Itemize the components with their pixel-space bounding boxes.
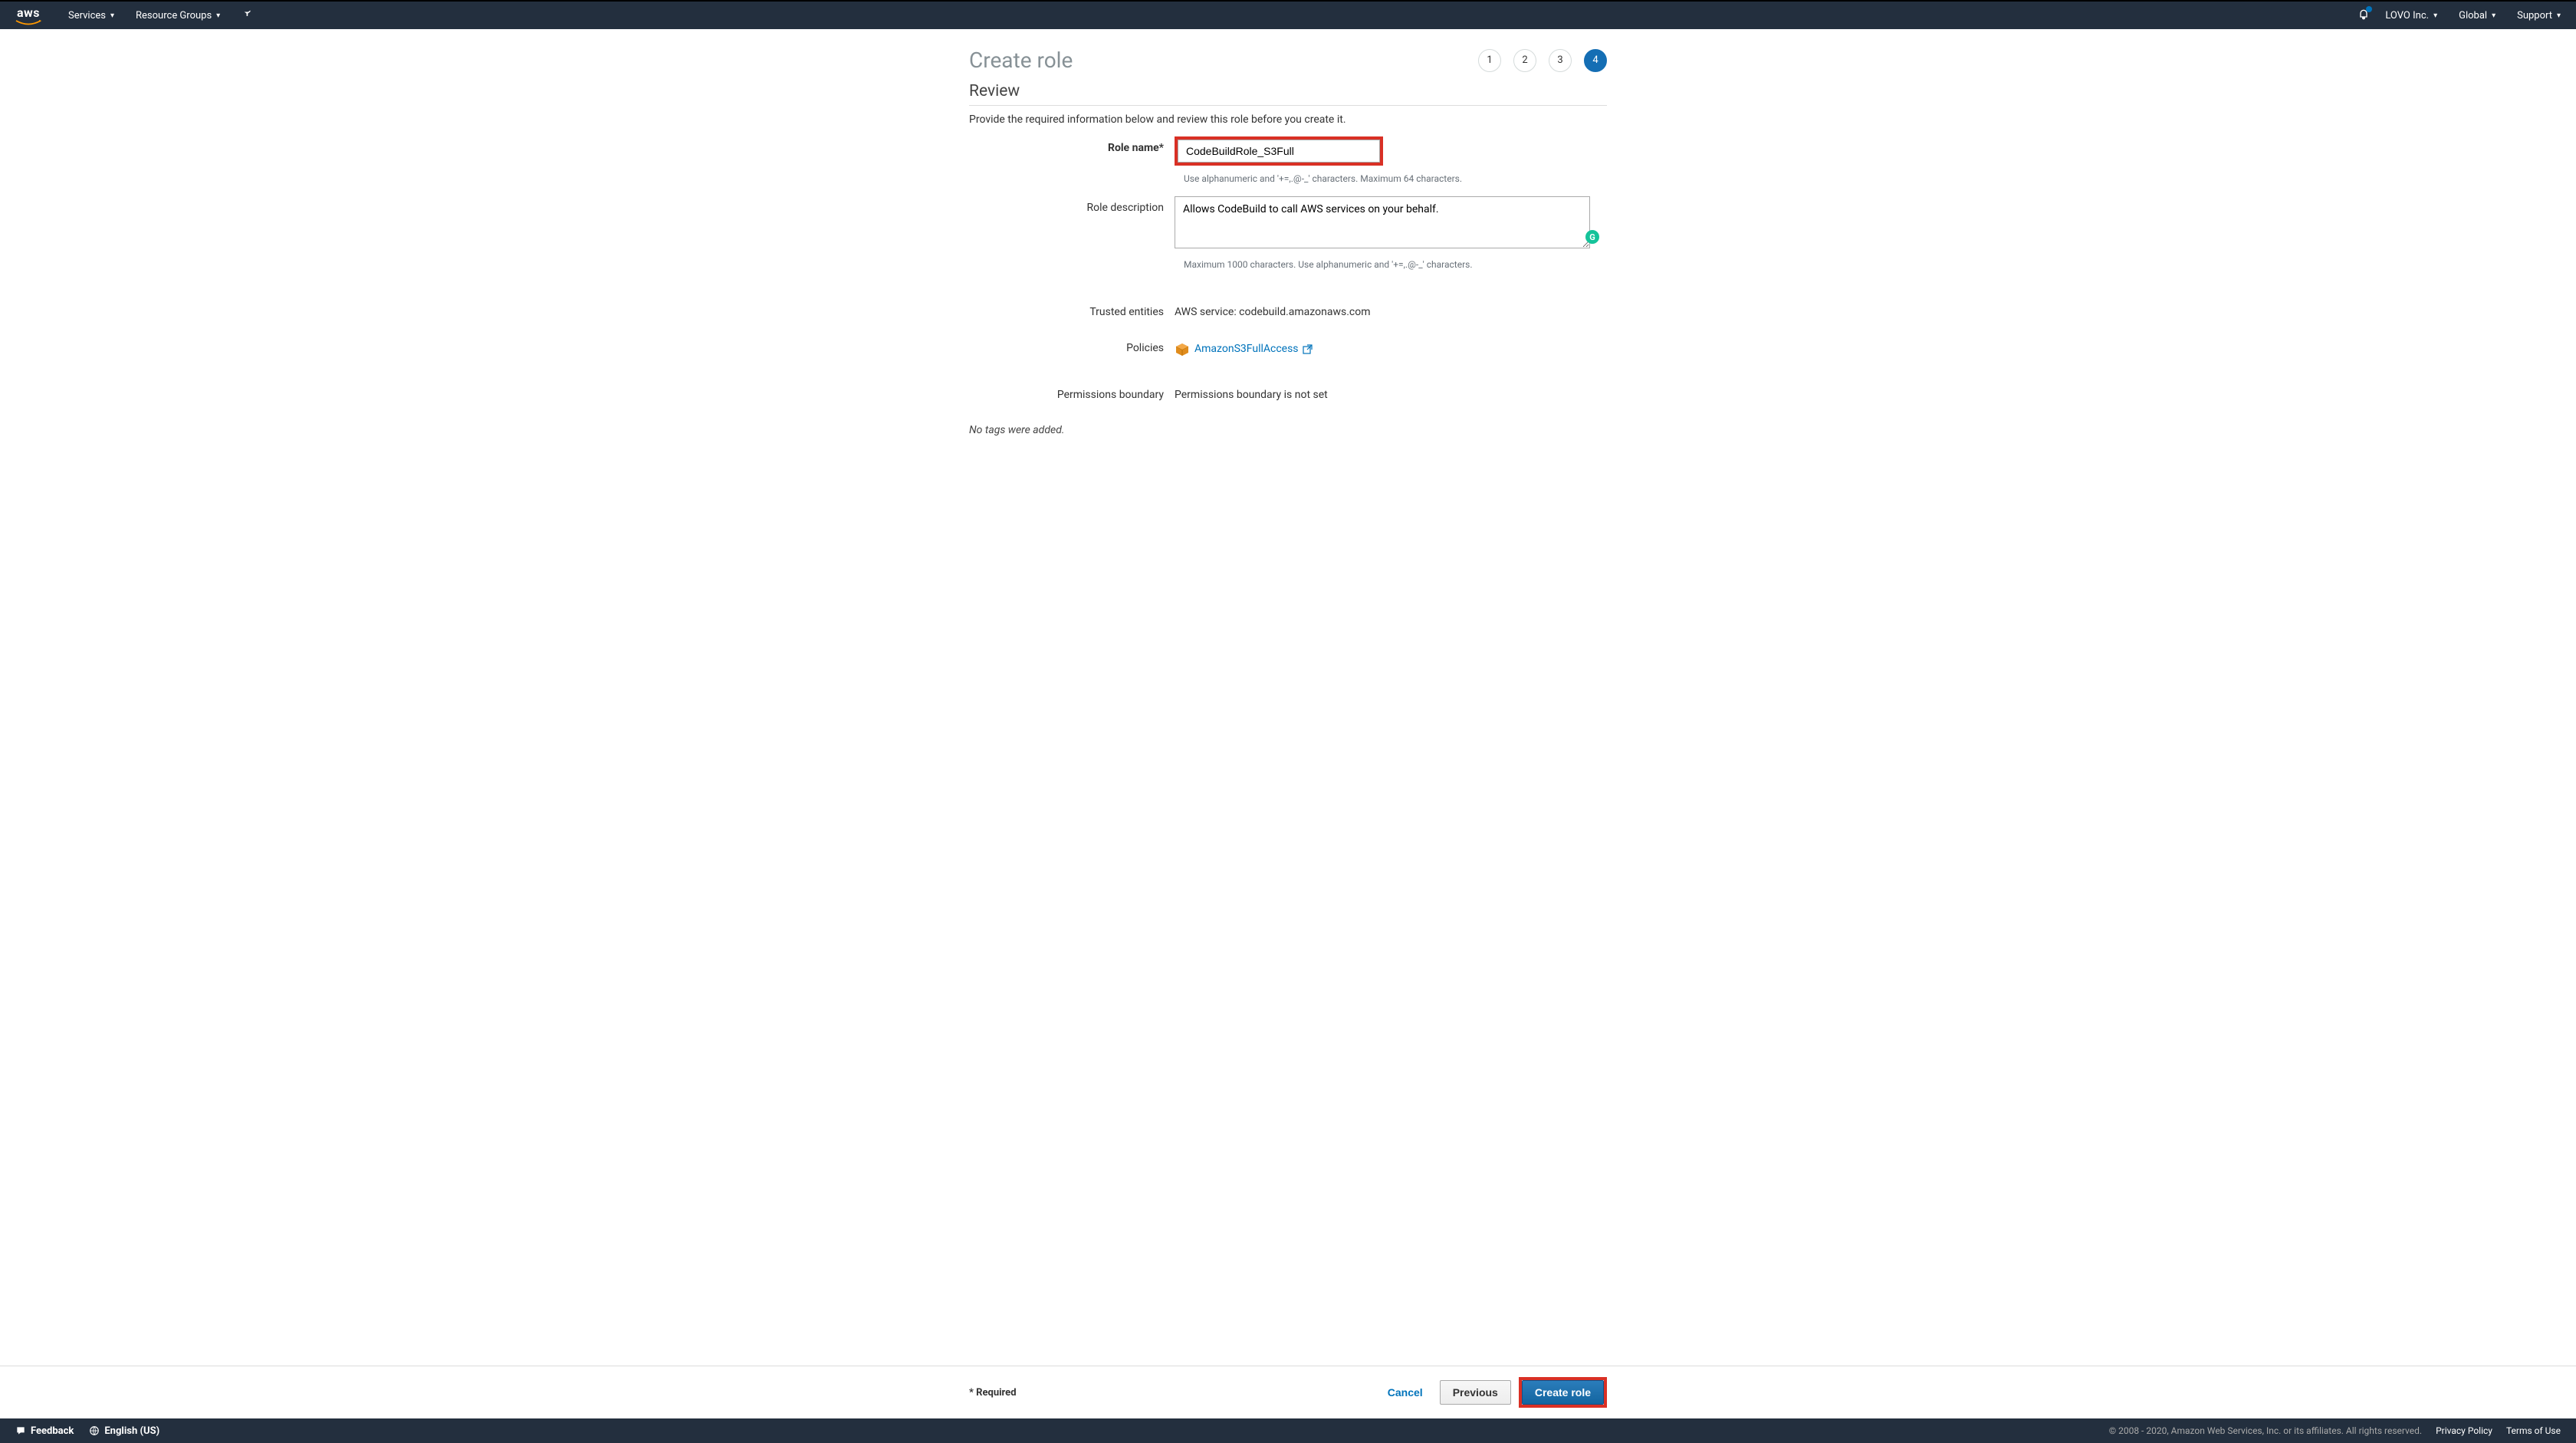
notifications-button[interactable] <box>2358 8 2370 23</box>
support-label: Support <box>2517 10 2552 21</box>
step-3[interactable]: 3 <box>1549 49 1572 72</box>
tags-note: No tags were added. <box>969 424 1607 436</box>
policy-box-icon <box>1175 342 1188 356</box>
feedback-button[interactable]: Feedback <box>15 1425 74 1437</box>
terms-of-use-link[interactable]: Terms of Use <box>2506 1425 2561 1436</box>
caret-down-icon: ▾ <box>110 12 114 20</box>
policy-link[interactable]: AmazonS3FullAccess <box>1194 343 1313 355</box>
step-2[interactable]: 2 <box>1513 49 1536 72</box>
section-description: Provide the required information below a… <box>969 113 1607 126</box>
account-menu[interactable]: LOVO Inc. ▾ <box>2385 10 2437 21</box>
language-selector[interactable]: English (US) <box>89 1425 159 1437</box>
required-note: * Required <box>969 1387 1017 1399</box>
services-menu[interactable]: Services ▾ <box>68 10 114 21</box>
copyright-text: © 2008 - 2020, Amazon Web Services, Inc.… <box>2109 1425 2422 1436</box>
role-description-help: Maximum 1000 characters. Use alphanumeri… <box>1184 259 1473 270</box>
support-menu[interactable]: Support ▾ <box>2517 10 2561 21</box>
main-content: Create role 1 2 3 4 Review Provide the r… <box>969 48 1607 1366</box>
cancel-button[interactable]: Cancel <box>1378 1380 1432 1405</box>
top-navbar: aws Services ▾ Resource Groups ▾ LOVO In… <box>0 0 2576 29</box>
grammarly-icon[interactable]: G <box>1585 230 1599 244</box>
trusted-entities-value: AWS service: codebuild.amazonaws.com <box>1175 301 1607 318</box>
region-menu[interactable]: Global ▾ <box>2459 10 2496 21</box>
policy-link-text: AmazonS3FullAccess <box>1194 343 1299 355</box>
role-description-label: Role description <box>969 196 1175 214</box>
page-title: Create role <box>969 48 1073 73</box>
permissions-boundary-value: Permissions boundary is not set <box>1175 383 1607 401</box>
caret-down-icon: ▾ <box>2492 12 2496 20</box>
region-label: Global <box>2459 10 2487 21</box>
external-link-icon <box>1303 344 1313 354</box>
privacy-policy-link[interactable]: Privacy Policy <box>2436 1425 2492 1436</box>
caret-down-icon: ▾ <box>216 12 220 20</box>
create-role-highlight: Create role <box>1519 1377 1607 1408</box>
aws-smile-icon <box>15 20 41 26</box>
step-4[interactable]: 4 <box>1584 49 1607 72</box>
caret-down-icon: ▾ <box>2433 12 2437 20</box>
create-role-button[interactable]: Create role <box>1522 1380 1604 1405</box>
role-name-input[interactable] <box>1178 140 1380 163</box>
resource-groups-menu[interactable]: Resource Groups ▾ <box>136 10 220 21</box>
speech-bubble-icon <box>15 1425 26 1436</box>
aws-logo-text: aws <box>17 5 40 20</box>
permissions-boundary-label: Permissions boundary <box>969 383 1175 401</box>
trusted-entities-label: Trusted entities <box>969 301 1175 318</box>
pin-icon[interactable] <box>242 8 252 22</box>
notification-dot-icon <box>2366 6 2372 12</box>
language-label: English (US) <box>104 1425 159 1437</box>
feedback-label: Feedback <box>31 1425 74 1437</box>
account-label: LOVO Inc. <box>2385 10 2429 21</box>
footer: Feedback English (US) © 2008 - 2020, Ama… <box>0 1418 2576 1443</box>
caret-down-icon: ▾ <box>2557 12 2561 20</box>
services-label: Services <box>68 10 106 21</box>
resource-groups-label: Resource Groups <box>136 10 212 21</box>
role-description-textarea[interactable] <box>1175 196 1590 248</box>
previous-button[interactable]: Previous <box>1440 1380 1511 1405</box>
step-1[interactable]: 1 <box>1478 49 1501 72</box>
section-title: Review <box>969 82 1607 106</box>
role-name-label: Role name* <box>969 136 1175 154</box>
role-name-help: Use alphanumeric and '+=,.@-_' character… <box>1184 173 1462 184</box>
wizard-steps: 1 2 3 4 <box>1478 49 1607 72</box>
action-bar: * Required Cancel Previous Create role <box>0 1366 2576 1418</box>
role-name-highlight <box>1175 136 1383 166</box>
policies-label: Policies <box>969 337 1175 354</box>
globe-icon <box>89 1425 100 1436</box>
aws-logo[interactable]: aws <box>15 5 41 26</box>
